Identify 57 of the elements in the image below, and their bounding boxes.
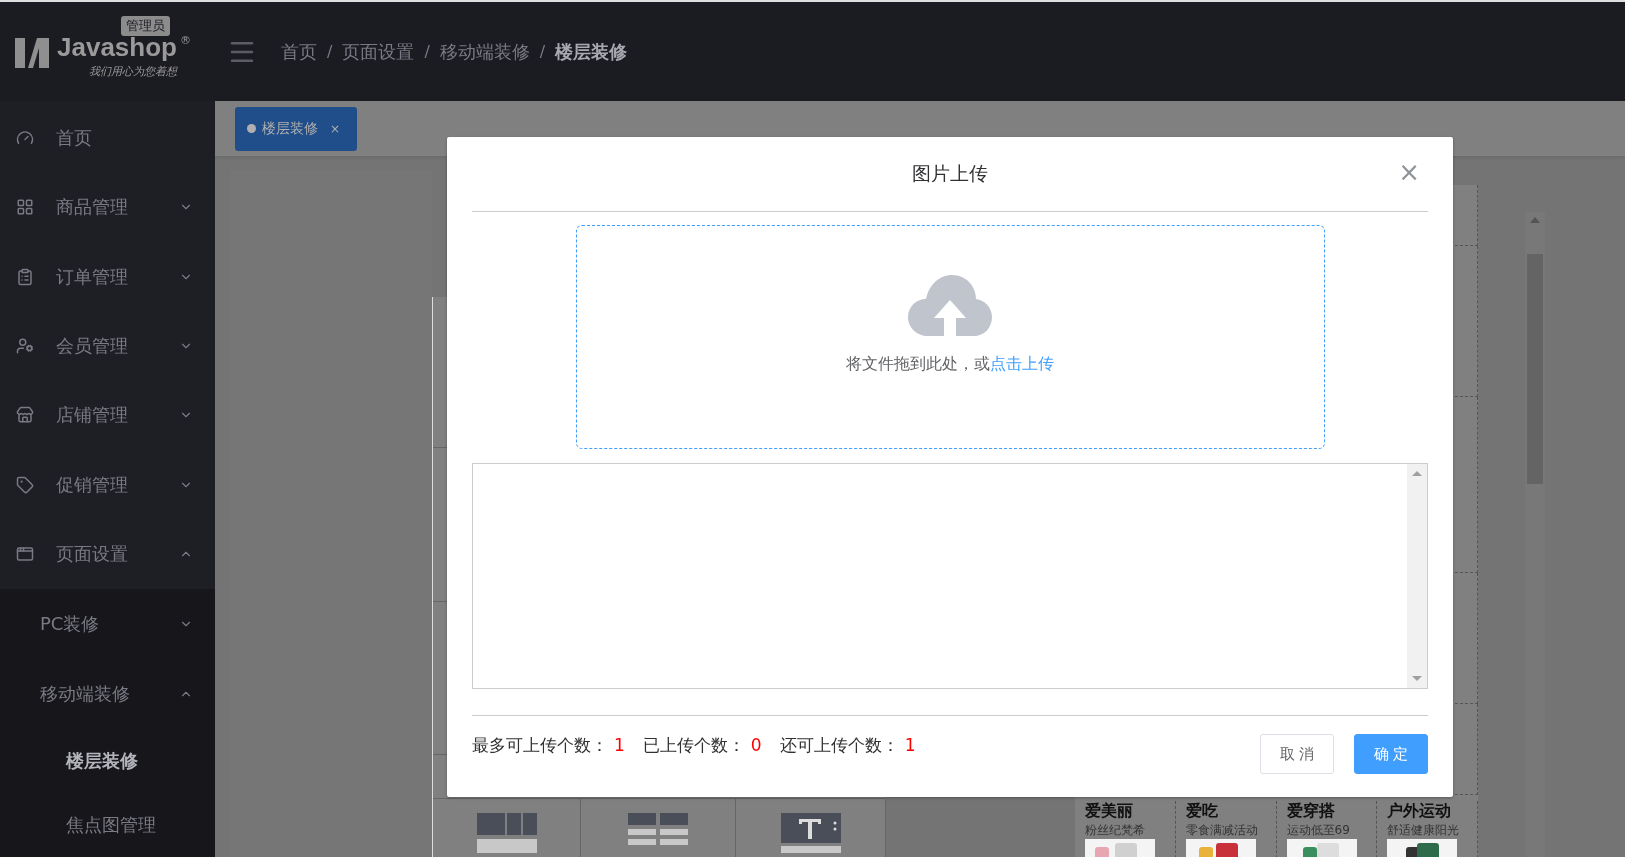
close-button[interactable]: ×: [1398, 159, 1420, 185]
upload-count: 还可上传个数： 1: [779, 734, 916, 757]
logo-icon: [15, 35, 49, 68]
menu-icon: [16, 406, 34, 425]
confirm-button[interactable]: 确 定: [1354, 734, 1428, 774]
sidebar-item[interactable]: 首页: [0, 103, 215, 173]
sidebar-item[interactable]: 页面设置: [0, 519, 215, 589]
scroll-up-icon[interactable]: [1530, 216, 1540, 224]
upload-link[interactable]: 点击上传: [990, 354, 1054, 373]
breadcrumb-item[interactable]: 移动端装修: [439, 39, 530, 64]
menu-icon: [16, 545, 34, 564]
role-badge: 管理员: [121, 16, 170, 36]
submenu-item[interactable]: 移动端装修: [0, 658, 215, 729]
floor-subtitle: 粉丝纪梵希: [1085, 822, 1146, 839]
breadcrumb-item[interactable]: 首页: [281, 39, 317, 64]
upload-hint: 将文件拖到此处，或点击上传: [846, 354, 1054, 375]
breadcrumb-item[interactable]: 页面设置: [342, 39, 415, 64]
menu-icon: [16, 198, 34, 217]
sidebar-item[interactable]: 商品管理: [0, 172, 215, 242]
floor-subtitle: 舒适健康阳光: [1387, 822, 1461, 839]
cancel-button[interactable]: 取 消: [1260, 734, 1334, 774]
floor-subtitle: 零食满减活动: [1185, 822, 1259, 839]
brand-name: Javashop: [57, 34, 177, 60]
upload-count: 已上传个数： 0: [642, 734, 762, 757]
scrollbar[interactable]: [1525, 212, 1545, 857]
submenu-item[interactable]: 楼层装修: [0, 728, 215, 793]
floor-subtitle: 运动低至69: [1286, 822, 1351, 839]
floor-title: 爱穿搭: [1286, 801, 1336, 822]
sidebar-item[interactable]: 店铺管理: [0, 380, 215, 451]
menu-icon: [16, 128, 34, 147]
scroll-up-icon[interactable]: [1412, 470, 1422, 477]
menu-icon: [16, 475, 34, 494]
breadcrumb-separator: /: [539, 42, 546, 61]
columns-layout-icon[interactable]: [476, 813, 537, 853]
upload-count: 最多可上传个数： 1: [472, 734, 625, 757]
floor-title: 爱美丽: [1085, 801, 1134, 822]
floor-title: 爱吃: [1185, 801, 1219, 822]
submenu-item[interactable]: 焦点图管理: [0, 792, 215, 857]
breadcrumb-item: 楼层装修: [555, 39, 628, 64]
scroll-down-icon[interactable]: [1412, 675, 1422, 682]
breadcrumb-separator: /: [327, 42, 333, 61]
text-block-icon[interactable]: [780, 813, 841, 853]
menu-icon: [16, 336, 34, 355]
floor-title: 户外运动: [1387, 801, 1453, 822]
tagline: 我们用心为您着想: [89, 64, 177, 79]
sidebar-item[interactable]: 促销管理: [0, 450, 215, 520]
upload-dropzone[interactable]: 将文件拖到此处，或点击上传: [575, 225, 1325, 449]
cloud-upload-icon: [908, 274, 992, 338]
submenu-item[interactable]: PC装修: [0, 588, 215, 659]
registered-mark: ®: [180, 34, 191, 47]
file-list-field[interactable]: [472, 463, 1428, 689]
menu-icon: [16, 267, 34, 286]
dialog-title: 图片上传: [912, 161, 988, 186]
page-tab[interactable]: 楼层装修 ×: [235, 106, 357, 151]
sidebar-item[interactable]: 会员管理: [0, 311, 215, 381]
breadcrumb-separator: /: [424, 42, 430, 61]
sidebar-item[interactable]: 订单管理: [0, 241, 215, 312]
